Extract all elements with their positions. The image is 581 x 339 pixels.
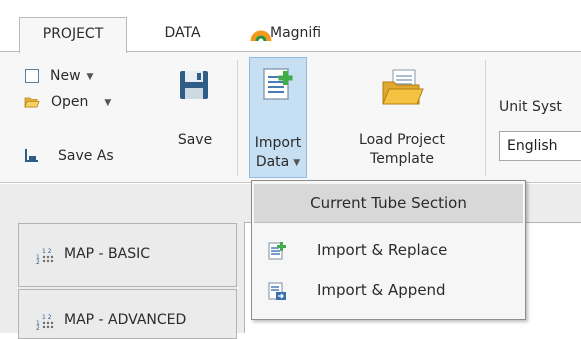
import-data-button[interactable]: Import Data ▼ xyxy=(249,57,307,178)
import-data-label-line1: Import xyxy=(254,135,302,151)
svg-text:1 2: 1 2 xyxy=(42,248,52,255)
svg-text:2: 2 xyxy=(36,259,40,265)
svg-text:2: 2 xyxy=(36,325,40,331)
map-grid-icon: 1 2 1 2 xyxy=(36,314,54,331)
chevron-down-icon: ▼ xyxy=(86,72,94,82)
save-button-label: Save xyxy=(177,132,213,148)
tab-data-label: DATA xyxy=(164,25,201,41)
save-button[interactable]: Save xyxy=(169,64,221,176)
import-replace-menu-item[interactable]: Import & Replace xyxy=(254,231,523,271)
import-append-label: Import & Append xyxy=(317,281,446,299)
nav-map-basic-label: MAP - BASIC xyxy=(64,246,151,262)
folder-template-icon xyxy=(382,69,424,105)
save-as-button-label: Save As xyxy=(58,148,114,164)
tab-magnifi-label: Magnifi xyxy=(270,25,322,41)
folder-open-icon xyxy=(24,97,40,108)
import-replace-label: Import & Replace xyxy=(317,241,448,259)
chevron-down-icon: ▼ xyxy=(104,98,112,108)
nav-map-basic[interactable]: 1 2 1 2 MAP - BASIC xyxy=(18,223,237,287)
unit-system-value: English xyxy=(507,138,558,154)
tab-project-label: PROJECT xyxy=(42,26,104,42)
floppy-disk-icon xyxy=(180,71,208,99)
unit-system-select[interactable]: English xyxy=(499,131,581,161)
map-grid-icon: 1 2 1 2 xyxy=(36,248,54,265)
import-data-dropdown: Current Tube Section Import & Replace Im… xyxy=(251,180,526,320)
import-append-icon xyxy=(268,282,286,300)
load-project-template-label-line1: Load Project xyxy=(359,132,445,148)
chevron-down-icon: ▼ xyxy=(293,158,301,168)
svg-text:1 2: 1 2 xyxy=(42,314,52,321)
ribbon-separator xyxy=(237,60,238,176)
nav-map-advanced[interactable]: 1 2 1 2 MAP - ADVANCED xyxy=(18,289,237,339)
import-replace-icon xyxy=(268,242,286,260)
save-as-icon xyxy=(25,149,38,162)
dropdown-header: Current Tube Section xyxy=(254,184,523,223)
tab-project[interactable]: PROJECT xyxy=(19,17,127,53)
open-button-label: Open xyxy=(51,94,89,110)
nav-map-advanced-label: MAP - ADVANCED xyxy=(64,312,187,328)
load-project-template-label-line2: Template xyxy=(370,151,434,167)
import-data-icon xyxy=(263,68,293,100)
import-data-label-line2: Data ▼ xyxy=(255,154,301,170)
magnifi-logo-icon xyxy=(250,30,272,42)
load-project-template-button[interactable]: Load Project Template xyxy=(352,64,452,176)
tab-magnifi[interactable]: Magnifi xyxy=(243,17,343,52)
unit-system-label: Unit Syst xyxy=(499,99,562,115)
new-document-icon xyxy=(25,69,39,83)
new-button-label: New xyxy=(50,68,81,84)
ribbon-tab-strip: PROJECT DATA Magnifi xyxy=(0,0,581,53)
ribbon-separator xyxy=(485,60,486,176)
tab-data[interactable]: DATA xyxy=(150,17,215,52)
import-append-menu-item[interactable]: Import & Append xyxy=(254,271,523,311)
